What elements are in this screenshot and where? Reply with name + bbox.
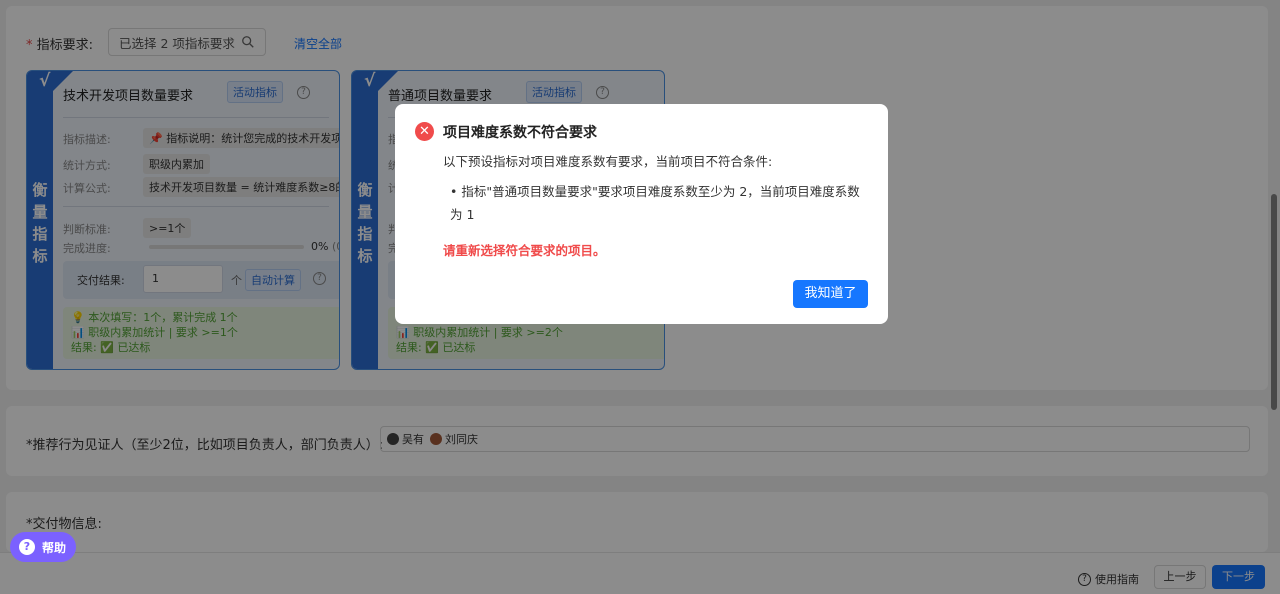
dialog-item: • 指标"普通项目数量要求"要求项目难度系数至少为 2，当前项目难度系数为 1 [450,184,860,222]
error-dialog: ✕ 项目难度系数不符合要求 以下预设指标对项目难度系数有要求，当前项目不符合条件… [395,104,888,324]
help-button[interactable]: ? 帮助 [10,532,76,562]
dialog-title: 项目难度系数不符合要求 [443,125,597,141]
error-icon: ✕ [415,122,434,141]
ok-button[interactable]: 我知道了 [793,280,868,308]
dialog-description: 以下预设指标对项目难度系数有要求，当前项目不符合条件: [443,154,773,169]
help-icon: ? [19,539,35,555]
dialog-warning: 请重新选择符合要求的项目。 [443,243,606,258]
